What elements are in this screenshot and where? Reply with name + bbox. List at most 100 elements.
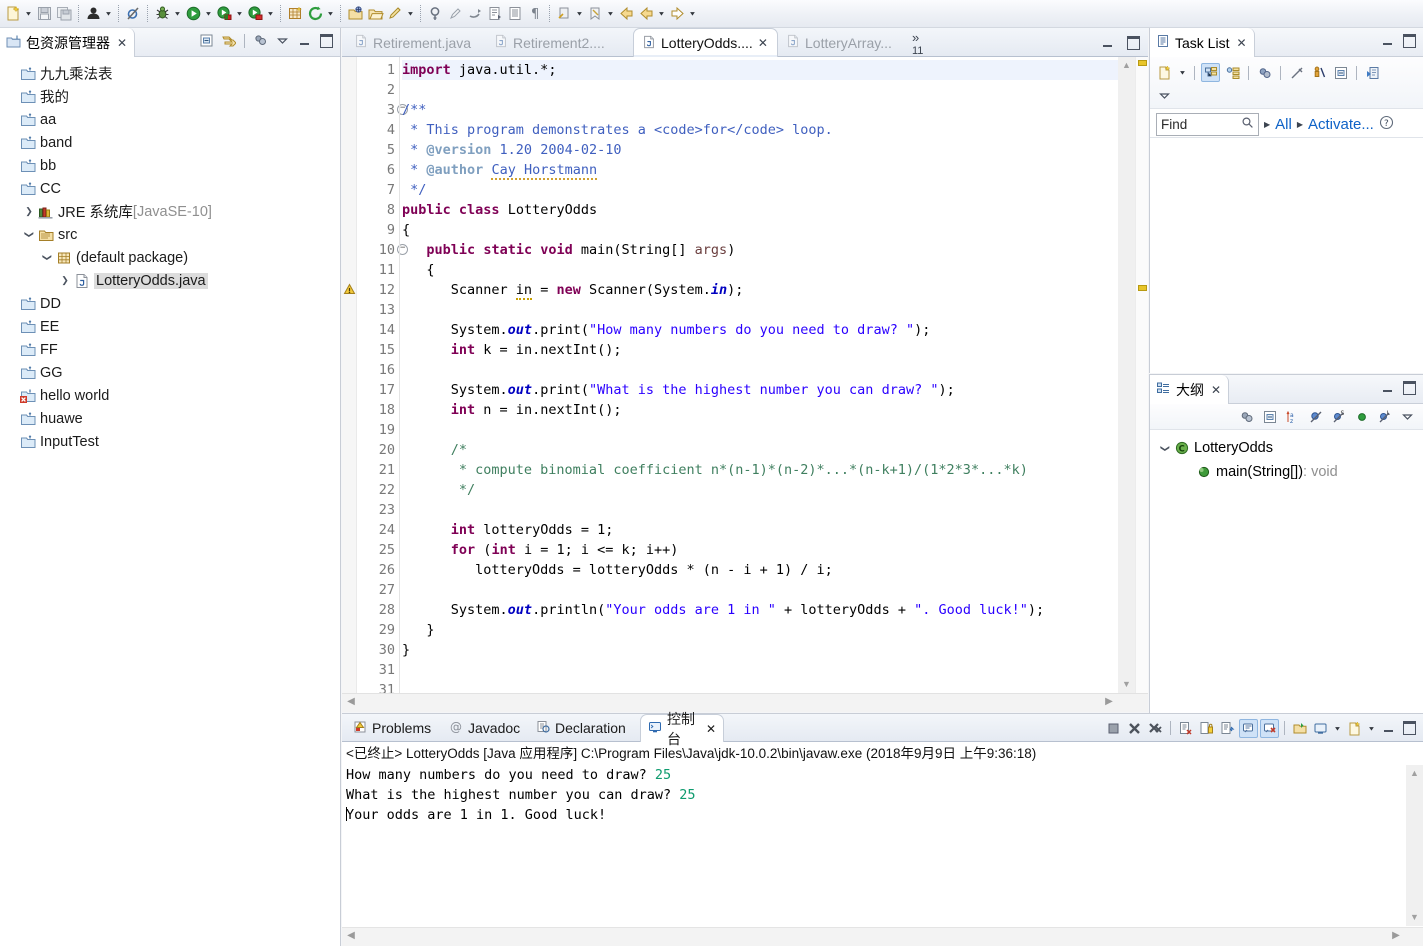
minimize-icon[interactable] <box>1098 33 1117 52</box>
person-debug-dropdown-icon[interactable] <box>103 4 114 24</box>
focus-on-active-task-icon[interactable] <box>1237 407 1256 426</box>
external-tools-dropdown-icon[interactable] <box>325 4 336 24</box>
forward-icon[interactable] <box>667 4 687 24</box>
chevron-right-icon[interactable]: ▶ <box>1297 120 1303 129</box>
open-type-icon[interactable] <box>365 4 385 24</box>
tree-item-hello-world[interactable]: hello world <box>0 384 340 407</box>
minimize-icon[interactable] <box>1378 31 1397 50</box>
filter-activate-link[interactable]: Activate... <box>1308 116 1374 133</box>
tree-item-bb[interactable]: bb <box>0 154 340 177</box>
last-edit-location-icon[interactable] <box>585 4 605 24</box>
scroll-right-icon[interactable]: ▶ <box>1102 696 1116 707</box>
tree-item-huawe[interactable]: huawe <box>0 407 340 430</box>
coverage-dropdown-icon[interactable] <box>234 4 245 24</box>
editor-vertical-scrollbar[interactable]: ▲ ▼ <box>1118 57 1135 693</box>
pin-console-icon[interactable] <box>1290 719 1309 738</box>
hide-fields-icon[interactable] <box>1306 407 1325 426</box>
scroll-up-icon[interactable]: ▲ <box>1118 57 1135 74</box>
close-icon[interactable]: ✕ <box>1211 383 1221 397</box>
marker-column[interactable] <box>342 57 357 693</box>
tab-task-list[interactable]: Task List ✕ <box>1150 28 1255 57</box>
save-icon[interactable] <box>34 4 54 24</box>
overview-marker[interactable] <box>1138 60 1147 66</box>
tree-item-gg[interactable]: GG <box>0 361 340 384</box>
tree-item-ee[interactable]: EE <box>0 315 340 338</box>
forward-dropdown-icon[interactable] <box>687 4 698 24</box>
remove-all-terminated-icon[interactable] <box>1146 719 1165 738</box>
scroll-left-icon[interactable]: ◀ <box>344 930 358 941</box>
last-edit-dropdown-icon[interactable] <box>605 4 616 24</box>
word-wrap-icon[interactable] <box>1218 719 1237 738</box>
back-history-dropdown-icon[interactable] <box>656 4 667 24</box>
collapse-all-icon[interactable] <box>197 31 216 50</box>
new-java-project-icon[interactable] <box>285 4 305 24</box>
tree-item--[interactable]: 九九乘法表 <box>0 62 340 85</box>
warning-marker-icon[interactable] <box>343 283 356 299</box>
toggle-block-selection-icon[interactable] <box>505 4 525 24</box>
close-icon[interactable]: ✕ <box>706 722 716 736</box>
code-editor[interactable]: 1234567891011121314151617181920212223242… <box>342 57 1148 712</box>
run-last-tool-icon[interactable] <box>245 4 265 24</box>
editor-horizontal-scrollbar[interactable]: ◀ ▶ <box>342 693 1148 712</box>
editor-tab-2[interactable]: LotteryOdds.... ✕ <box>633 28 778 57</box>
view-menu-icon[interactable] <box>273 31 292 50</box>
tree-item-ff[interactable]: FF <box>0 338 340 361</box>
editor-tab-overflow[interactable]: » 11 <box>912 30 923 57</box>
tab-package-explorer[interactable]: 包资源管理器 ✕ <box>0 28 136 57</box>
console-tab-javadoc[interactable]: @ Javadoc <box>442 714 529 742</box>
external-tools-icon[interactable] <box>305 4 325 24</box>
overview-marker[interactable] <box>1138 285 1147 291</box>
skip-breakpoints-icon[interactable] <box>123 4 143 24</box>
console-tab-declaration[interactable]: Declaration <box>529 714 640 742</box>
tree-item--[interactable]: 我的 <box>0 85 340 108</box>
search-icon[interactable] <box>1241 116 1254 132</box>
maximize-icon[interactable] <box>1400 31 1419 50</box>
save-all-icon[interactable] <box>54 4 74 24</box>
tab-outline[interactable]: 大纲 ✕ <box>1150 375 1230 404</box>
focus-on-active-task-icon[interactable] <box>1309 63 1328 82</box>
minimize-icon[interactable] <box>1378 378 1397 397</box>
tree-item-src[interactable]: ❯ src <box>0 223 340 246</box>
back-history-icon[interactable] <box>636 4 656 24</box>
console-tab--[interactable]: 控制台 ✕ <box>640 711 724 747</box>
sort-icon[interactable]: az <box>1283 407 1302 426</box>
hide-non-public-icon[interactable] <box>1352 407 1371 426</box>
debug-bug-icon[interactable] <box>152 4 172 24</box>
tree-item-jre-[interactable]: ❯ JRE 系统库 [JavaSE-10] <box>0 200 340 223</box>
scroll-lock-icon[interactable] <box>1197 719 1216 738</box>
restore-task-list-icon[interactable] <box>1363 63 1382 82</box>
scroll-down-icon[interactable]: ▼ <box>1406 909 1423 926</box>
back-icon[interactable] <box>616 4 636 24</box>
show-console-on-error-icon[interactable] <box>1260 718 1279 738</box>
chevron-right-icon[interactable]: ❯ <box>22 206 36 217</box>
chevron-down-icon[interactable]: ❯ <box>1160 441 1171 455</box>
remove-launch-icon[interactable] <box>1125 719 1144 738</box>
categorized-presentation-icon[interactable] <box>1201 63 1220 82</box>
maximize-icon[interactable] <box>1124 33 1143 52</box>
clear-console-icon[interactable] <box>1176 719 1195 738</box>
maximize-icon[interactable] <box>317 31 336 50</box>
view-menu-filters-icon[interactable] <box>251 31 270 50</box>
editor-tab-1[interactable]: Retirement2.... <box>486 28 633 57</box>
minimize-icon[interactable] <box>295 31 314 50</box>
focus-on-workweek-icon[interactable] <box>1287 63 1306 82</box>
synchronize-changed-icon[interactable] <box>1255 63 1274 82</box>
open-console-icon[interactable] <box>1345 719 1364 738</box>
console-output[interactable]: How many numbers do you need to draw? 25… <box>346 765 1403 926</box>
show-console-on-output-icon[interactable] <box>1239 718 1258 738</box>
close-icon[interactable]: ✕ <box>117 36 127 50</box>
tree-item-lotteryodds-java[interactable]: ❯ LotteryOdds.java <box>0 269 340 292</box>
scroll-down-icon[interactable]: ▼ <box>1118 676 1135 693</box>
previous-edit-icon[interactable] <box>554 4 574 24</box>
collapse-all-icon[interactable] <box>1331 63 1350 82</box>
tree-item--default-package-[interactable]: ❯ (default package) <box>0 246 340 269</box>
search-icon[interactable] <box>425 4 445 24</box>
scroll-up-icon[interactable]: ▲ <box>1406 765 1423 782</box>
outline-item[interactable]: main(String[]) : void <box>1150 460 1423 484</box>
filter-all-link[interactable]: All <box>1275 116 1292 133</box>
scroll-left-icon[interactable]: ◀ <box>344 696 358 707</box>
outline-item[interactable]: ❯ C LotteryOdds <box>1150 436 1423 460</box>
scroll-right-icon[interactable]: ▶ <box>1389 930 1403 941</box>
search-input[interactable]: Find <box>1156 112 1259 136</box>
debug-dropdown-icon[interactable] <box>172 4 183 24</box>
